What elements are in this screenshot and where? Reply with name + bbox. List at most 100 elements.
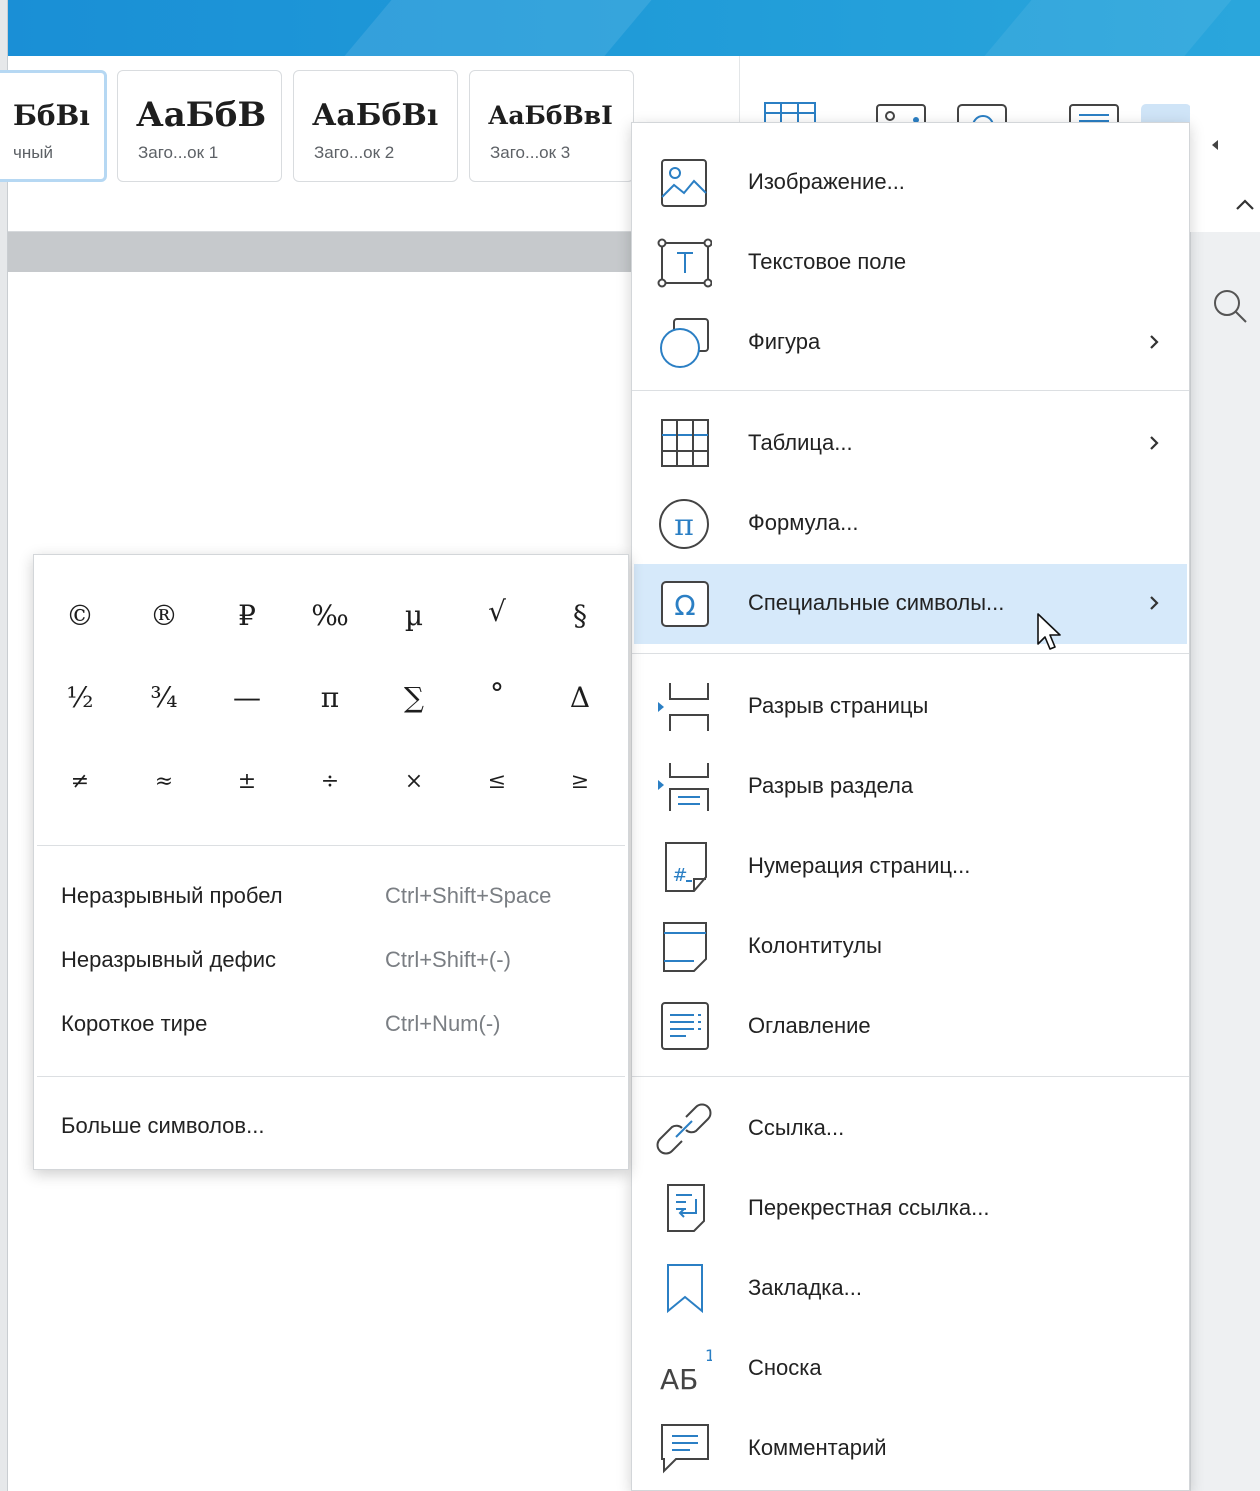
page-numbering-icon: #: [656, 841, 712, 893]
style-card-heading-1[interactable]: АаБбВ Заго...ок 1: [117, 70, 282, 182]
style-caption: Заго...ок 2: [314, 143, 395, 162]
style-sample: АаБбВвІ: [488, 101, 613, 130]
submenu-item-label: Больше символов...: [61, 1113, 265, 1138]
menu-item-label: Закладка...: [748, 1275, 862, 1300]
ribbon-toc-icon[interactable]: [1069, 104, 1121, 124]
submenu-item-nonbreaking-hyphen[interactable]: Неразрывный дефис Ctrl+Shift+(-): [34, 934, 628, 984]
menu-item-label: Оглавление: [748, 1013, 871, 1038]
submenu-item-label: Неразрывный дефис: [61, 947, 276, 972]
menu-item-label: Комментарий: [748, 1435, 887, 1460]
formula-pi-icon: π: [656, 498, 712, 550]
header-footer-icon: [656, 921, 712, 973]
menu-item-text-box[interactable]: Текстовое поле: [632, 223, 1189, 303]
shape-icon: [656, 317, 712, 369]
omega-icon: Ω: [656, 578, 712, 630]
symbol-sum[interactable]: ∑: [384, 673, 444, 723]
menu-item-footnote[interactable]: АБ 1 Сноска: [632, 1329, 1189, 1409]
symbol-three-quarters[interactable]: ¾: [134, 673, 194, 723]
style-card-heading-2[interactable]: АаБбВı Заго...ок 2: [293, 70, 458, 182]
footnote-icon-letters: АБ: [660, 1363, 698, 1395]
symbol-one-half[interactable]: ½: [50, 673, 110, 723]
menu-separator: [632, 390, 1189, 391]
ribbon-shape-icon[interactable]: [957, 104, 1009, 124]
shortcut-label: Ctrl+Num(-): [385, 1011, 501, 1036]
symbol-micro[interactable]: µ: [384, 591, 444, 641]
symbol-not-equal[interactable]: ≠: [50, 757, 110, 807]
symbol-registered[interactable]: ®: [134, 591, 194, 641]
submenu-item-nonbreaking-space[interactable]: Неразрывный пробел Ctrl+Shift+Space: [34, 870, 628, 920]
symbol-delta[interactable]: Δ: [550, 673, 610, 723]
menu-item-cross-reference[interactable]: Перекрестная ссылка...: [632, 1169, 1189, 1249]
submenu-separator: [37, 1076, 625, 1077]
style-card-normal[interactable]: БбВı чный: [0, 70, 107, 182]
svg-text:π: π: [674, 508, 694, 543]
symbol-less-equal[interactable]: ≤: [467, 757, 527, 807]
symbol-section[interactable]: §: [550, 591, 610, 641]
menu-item-label: Таблица...: [748, 430, 853, 455]
menu-item-section-break[interactable]: Разрыв раздела: [632, 747, 1189, 827]
symbol-copyright[interactable]: ©: [50, 591, 110, 641]
style-caption: чный: [13, 143, 53, 162]
symbol-plus-minus[interactable]: ±: [217, 757, 277, 807]
symbol-square-root[interactable]: √: [467, 587, 527, 637]
menu-item-label: Фигура: [748, 329, 821, 354]
menu-item-special-symbols[interactable]: Ω Специальные символы...: [634, 564, 1187, 644]
symbol-em-dash[interactable]: —: [217, 673, 277, 723]
horizontal-ruler: [8, 232, 632, 272]
submenu-item-label: Короткое тире: [61, 1011, 208, 1036]
ribbon-insert-button-active[interactable]: [1141, 104, 1191, 124]
menu-item-shape[interactable]: Фигура: [632, 303, 1189, 383]
menu-item-page-break[interactable]: Разрыв страницы: [632, 667, 1189, 747]
svg-text:Ω: Ω: [674, 589, 695, 622]
symbol-permille[interactable]: ‰: [300, 591, 360, 641]
symbol-greater-equal[interactable]: ≥: [550, 757, 610, 807]
mouse-pointer-icon: [1036, 612, 1064, 659]
style-sample: БбВı: [13, 99, 90, 132]
right-side-panel: [1190, 232, 1260, 1491]
link-icon: [656, 1103, 712, 1155]
menu-separator: [632, 653, 1189, 654]
image-icon: [656, 157, 712, 209]
symbol-multiplication[interactable]: ×: [384, 757, 444, 807]
menu-item-formula[interactable]: π Формула...: [632, 484, 1189, 564]
menu-separator: [632, 1076, 1189, 1077]
svg-text:#: #: [672, 865, 687, 886]
symbol-pi[interactable]: π: [300, 673, 360, 723]
style-caption: Заго...ок 1: [138, 143, 219, 162]
style-sample: АаБбВ: [136, 95, 267, 135]
toc-icon: [656, 1001, 712, 1053]
menu-item-header-footer[interactable]: Колонтитулы: [632, 907, 1189, 987]
chevron-right-icon: [1144, 588, 1164, 623]
style-card-heading-3[interactable]: АаБбВвІ Заго...ок 3: [469, 70, 634, 182]
shortcut-label: Ctrl+Shift+Space: [385, 883, 552, 908]
menu-item-label: Разрыв страницы: [748, 693, 929, 718]
style-sample: АаБбВı: [312, 98, 439, 133]
submenu-item-en-dash[interactable]: Короткое тире Ctrl+Num(-): [34, 998, 628, 1048]
menu-item-page-numbering[interactable]: # Нумерация страниц...: [632, 827, 1189, 907]
menu-item-table[interactable]: Таблица...: [632, 404, 1189, 484]
ribbon-table-icon[interactable]: [764, 102, 816, 124]
symbol-degree[interactable]: °: [467, 669, 527, 719]
window-left-edge: [0, 0, 8, 1491]
symbol-ruble[interactable]: ₽: [217, 591, 277, 641]
symbol-division[interactable]: ÷: [300, 757, 360, 807]
menu-item-comment[interactable]: Комментарий: [632, 1409, 1189, 1489]
scroll-left-arrow-icon[interactable]: [1209, 138, 1221, 152]
ribbon-image-icon[interactable]: [876, 104, 928, 124]
menu-item-label: Нумерация страниц...: [748, 853, 971, 878]
menu-item-label: Сноска: [748, 1355, 822, 1380]
submenu-item-more-symbols[interactable]: Больше символов...: [34, 1100, 628, 1150]
textbox-icon: [656, 237, 712, 289]
chevron-right-icon: [1144, 327, 1164, 362]
shortcut-label: Ctrl+Shift+(-): [385, 947, 511, 972]
menu-item-link[interactable]: Ссылка...: [632, 1089, 1189, 1169]
menu-item-table-of-contents[interactable]: Оглавление: [632, 987, 1189, 1067]
bookmark-icon: [656, 1263, 712, 1315]
submenu-item-label: Неразрывный пробел: [61, 883, 283, 908]
chevron-right-icon: [1144, 428, 1164, 463]
search-icon[interactable]: [1210, 286, 1250, 326]
menu-item-bookmark[interactable]: Закладка...: [632, 1249, 1189, 1329]
symbol-approx[interactable]: ≈: [134, 757, 194, 807]
collapse-ribbon-chevron-icon[interactable]: [1234, 198, 1256, 212]
menu-item-image[interactable]: Изображение...: [632, 143, 1189, 223]
